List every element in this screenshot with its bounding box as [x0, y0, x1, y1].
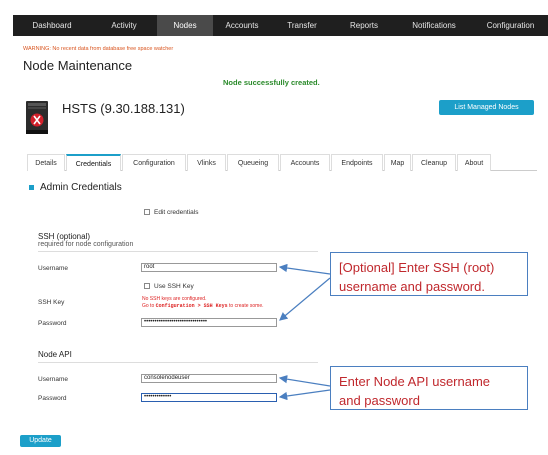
- ssh-password-label: Password: [38, 320, 67, 327]
- tab-configuration[interactable]: Configuration: [122, 154, 186, 171]
- checkbox-icon[interactable]: [144, 209, 150, 216]
- divider: [38, 251, 318, 252]
- nav-item-nodes[interactable]: Nodes: [157, 15, 213, 36]
- top-nav: Dashboard Activity Nodes Accounts Transf…: [13, 15, 548, 36]
- page-title: Node Maintenance: [23, 58, 133, 73]
- tab-accounts[interactable]: Accounts: [280, 154, 330, 171]
- node-api-group-title: Node API: [38, 350, 72, 359]
- ssh-callout-line2: username and password.: [339, 279, 485, 294]
- edit-credentials-checkbox[interactable]: Edit credentials: [144, 209, 198, 216]
- ssh-key-error: No SSH keys are configured.: [142, 296, 207, 302]
- section-title: Admin Credentials: [29, 182, 122, 193]
- arrow-to-ssh-password: [279, 277, 331, 321]
- nav-item-notifications[interactable]: Notifications: [395, 15, 473, 36]
- nav-item-transfer[interactable]: Transfer: [271, 15, 333, 36]
- nav-item-reports[interactable]: Reports: [333, 15, 395, 36]
- nav-item-dashboard[interactable]: Dashboard: [13, 15, 91, 36]
- ssh-key-error-go: Go to: [142, 303, 155, 309]
- tab-queueing[interactable]: Queueing: [227, 154, 279, 171]
- section-marker-icon: [29, 185, 34, 190]
- arrow-to-ssh-username: [278, 263, 331, 275]
- ssh-callout-line1: [Optional] Enter SSH (root): [339, 260, 495, 275]
- edit-credentials-label: Edit credentials: [154, 209, 199, 216]
- ssh-key-error-end: to create some.: [229, 303, 264, 309]
- ssh-password-field[interactable]: ••••••••••••••••••••••••••••••: [141, 318, 277, 327]
- api-password-field[interactable]: •••••••••••••: [141, 393, 277, 402]
- server-icon: [26, 101, 48, 134]
- use-ssh-key-label: Use SSH Key: [154, 283, 194, 290]
- tab-cleanup[interactable]: Cleanup: [412, 154, 456, 171]
- section-title-label: Admin Credentials: [40, 182, 122, 193]
- nav-item-activity[interactable]: Activity: [91, 15, 157, 36]
- nav-item-accounts[interactable]: Accounts: [213, 15, 271, 36]
- divider: [38, 362, 318, 363]
- list-managed-nodes-button[interactable]: List Managed Nodes: [439, 100, 534, 115]
- ssh-group-subtitle: required for node configuration: [38, 241, 134, 248]
- api-password-label: Password: [38, 395, 67, 402]
- ssh-username-label: Username: [38, 265, 68, 272]
- checkbox-icon[interactable]: [144, 283, 150, 290]
- arrow-to-api-password: [278, 389, 331, 401]
- nav-item-configuration[interactable]: Configuration: [473, 15, 548, 36]
- warning-message: WARNING: No recent data from database fr…: [23, 46, 174, 52]
- tab-vlinks[interactable]: Vlinks: [187, 154, 226, 171]
- tab-details[interactable]: Details: [27, 154, 65, 171]
- use-ssh-key-checkbox[interactable]: Use SSH Key: [144, 283, 194, 290]
- success-message: Node successfully created.: [223, 78, 320, 87]
- api-callout-line1: Enter Node API username: [339, 374, 491, 389]
- ssh-callout: [Optional] Enter SSH (root) username and…: [330, 252, 528, 296]
- ssh-key-label: SSH Key: [38, 299, 65, 306]
- node-title: HSTS (9.30.188.131): [62, 101, 185, 116]
- ssh-group-title: SSH (optional): [38, 232, 91, 241]
- tab-map[interactable]: Map: [384, 154, 411, 171]
- tab-about[interactable]: About: [457, 154, 491, 171]
- ssh-username-field[interactable]: root: [141, 263, 277, 272]
- arrow-to-api-username: [278, 374, 331, 387]
- tab-endpoints[interactable]: Endpoints: [331, 154, 383, 171]
- api-username-field[interactable]: consolenodeuser: [141, 374, 277, 383]
- api-callout-line2: and password: [339, 393, 420, 408]
- api-username-label: Username: [38, 376, 68, 383]
- tab-credentials[interactable]: Credentials: [66, 154, 121, 171]
- ssh-key-error-hint: Go to Configuration > SSH Keys to create…: [142, 303, 264, 309]
- ssh-key-error-path: Configuration > SSH Keys: [155, 303, 228, 309]
- tab-bar: Details Credentials Configuration Vlinks…: [27, 154, 537, 171]
- update-button[interactable]: Update: [20, 435, 61, 447]
- api-callout: Enter Node API username and password: [330, 366, 528, 410]
